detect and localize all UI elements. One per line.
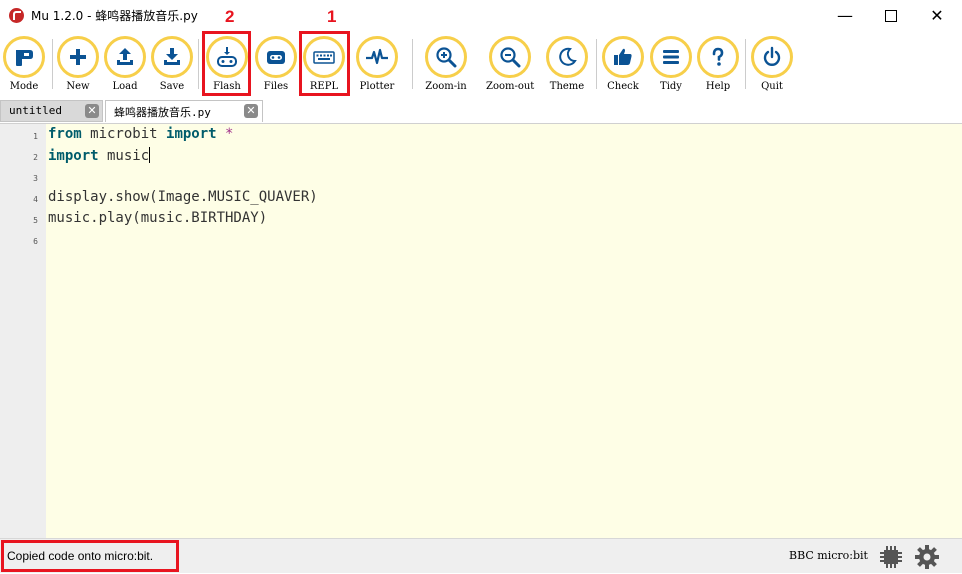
new-label: New — [66, 81, 90, 92]
line-number: 3 — [33, 174, 38, 183]
toolbar-separator — [412, 39, 413, 89]
code-line: from microbit import * — [48, 126, 233, 142]
plotter-label: Plotter — [359, 81, 395, 92]
theme-label: Theme — [549, 81, 585, 92]
save-button[interactable]: Save — [148, 36, 196, 98]
question-icon — [697, 36, 739, 78]
thumbs-up-icon — [602, 36, 644, 78]
download-icon — [151, 36, 193, 78]
code-editor[interactable]: 1 2 3 4 5 6 from microbit import * impor… — [0, 124, 962, 538]
lines-icon — [650, 36, 692, 78]
power-icon — [751, 36, 793, 78]
line-number: 2 — [33, 153, 38, 162]
check-label: Check — [607, 81, 639, 92]
line-number: 4 — [33, 195, 38, 204]
callout-number-1: 1 — [327, 7, 337, 26]
tab-bar: untitled ✕ 蜂鸣器播放音乐.py ✕ — [0, 98, 962, 124]
text-cursor — [149, 147, 151, 163]
code-operator: * — [216, 126, 234, 142]
tab-untitled[interactable]: untitled ✕ — [0, 100, 103, 122]
mode-button[interactable]: Mode — [0, 36, 48, 98]
toolbar-separator — [745, 39, 746, 89]
toolbar-separator — [596, 39, 597, 89]
load-label: Load — [112, 81, 138, 92]
zoom-out-label: Zoom-out — [486, 81, 535, 92]
close-button[interactable]: ✕ — [914, 0, 960, 31]
zoom-in-icon — [425, 36, 467, 78]
new-button[interactable]: New — [54, 36, 102, 98]
mode-label: Mode — [9, 81, 39, 92]
pulse-icon — [356, 36, 398, 78]
code-line: import music — [48, 147, 151, 164]
line-number: 5 — [33, 216, 38, 225]
code-keyword: from — [48, 126, 82, 142]
load-button[interactable]: Load — [101, 36, 149, 98]
tab-active-file[interactable]: 蜂鸣器播放音乐.py ✕ — [105, 100, 263, 122]
gear-icon[interactable] — [914, 544, 940, 570]
files-button[interactable]: Files — [252, 36, 300, 98]
code-keyword: import — [166, 126, 217, 142]
maximize-icon — [885, 9, 897, 22]
check-button[interactable]: Check — [599, 36, 647, 98]
files-label: Files — [263, 81, 289, 92]
zoom-out-button[interactable]: Zoom-out — [486, 36, 534, 98]
line-number: 1 — [33, 132, 38, 141]
tab-close-icon[interactable]: ✕ — [85, 104, 99, 118]
upload-icon — [104, 36, 146, 78]
code-text: microbit — [81, 126, 167, 142]
save-label: Save — [159, 81, 185, 92]
zoom-out-icon — [489, 36, 531, 78]
minimize-icon: — — [837, 6, 853, 25]
quit-label: Quit — [761, 81, 783, 92]
maximize-button[interactable] — [868, 0, 914, 31]
zoom-in-button[interactable]: Zoom-in — [422, 36, 470, 98]
theme-button[interactable]: Theme — [543, 36, 591, 98]
help-label: Help — [705, 81, 731, 92]
tab-label: untitled — [9, 104, 62, 117]
line-number: 6 — [33, 237, 38, 246]
zoom-in-label: Zoom-in — [425, 81, 467, 92]
board-mode-label[interactable]: BBC micro:bit — [789, 549, 868, 562]
toolbar-separator — [198, 39, 199, 89]
code-line: music.play(music.BIRTHDAY) — [48, 210, 268, 226]
line-number-gutter: 1 2 3 4 5 6 — [0, 124, 46, 538]
moon-icon — [546, 36, 588, 78]
window-title: Mu 1.2.0 - 蜂鸣器播放音乐.py — [31, 9, 198, 23]
tidy-label: Tidy — [660, 81, 682, 92]
tab-close-icon[interactable]: ✕ — [244, 104, 258, 118]
help-button[interactable]: Help — [694, 36, 742, 98]
minimize-button[interactable]: — — [822, 0, 868, 31]
callout-number-2: 2 — [225, 7, 235, 26]
files-icon — [255, 36, 297, 78]
tab-label: 蜂鸣器播放音乐.py — [114, 106, 211, 119]
chip-icon[interactable] — [879, 545, 903, 569]
status-highlight-box — [1, 540, 179, 572]
code-line: display.show(Image.MUSIC_QUAVER) — [48, 189, 318, 205]
toolbar: Mode New Load Save Flash Files REPL Plot… — [0, 31, 962, 98]
plotter-button[interactable]: Plotter — [353, 36, 401, 98]
title-bar: Mu 1.2.0 - 蜂鸣器播放音乐.py — ✕ — [0, 0, 962, 32]
flash-highlight-box — [202, 31, 251, 96]
status-bar: Copied code onto micro:bit. BBC micro:bi… — [0, 538, 962, 573]
mu-app-icon — [9, 8, 24, 23]
mode-icon — [3, 36, 45, 78]
toolbar-separator — [52, 39, 53, 89]
close-icon: ✕ — [930, 6, 944, 25]
repl-highlight-box — [299, 31, 350, 96]
quit-button[interactable]: Quit — [748, 36, 796, 98]
tidy-button[interactable]: Tidy — [647, 36, 695, 98]
code-text: music — [98, 148, 150, 164]
code-keyword: import — [48, 148, 99, 164]
plus-icon — [57, 36, 99, 78]
